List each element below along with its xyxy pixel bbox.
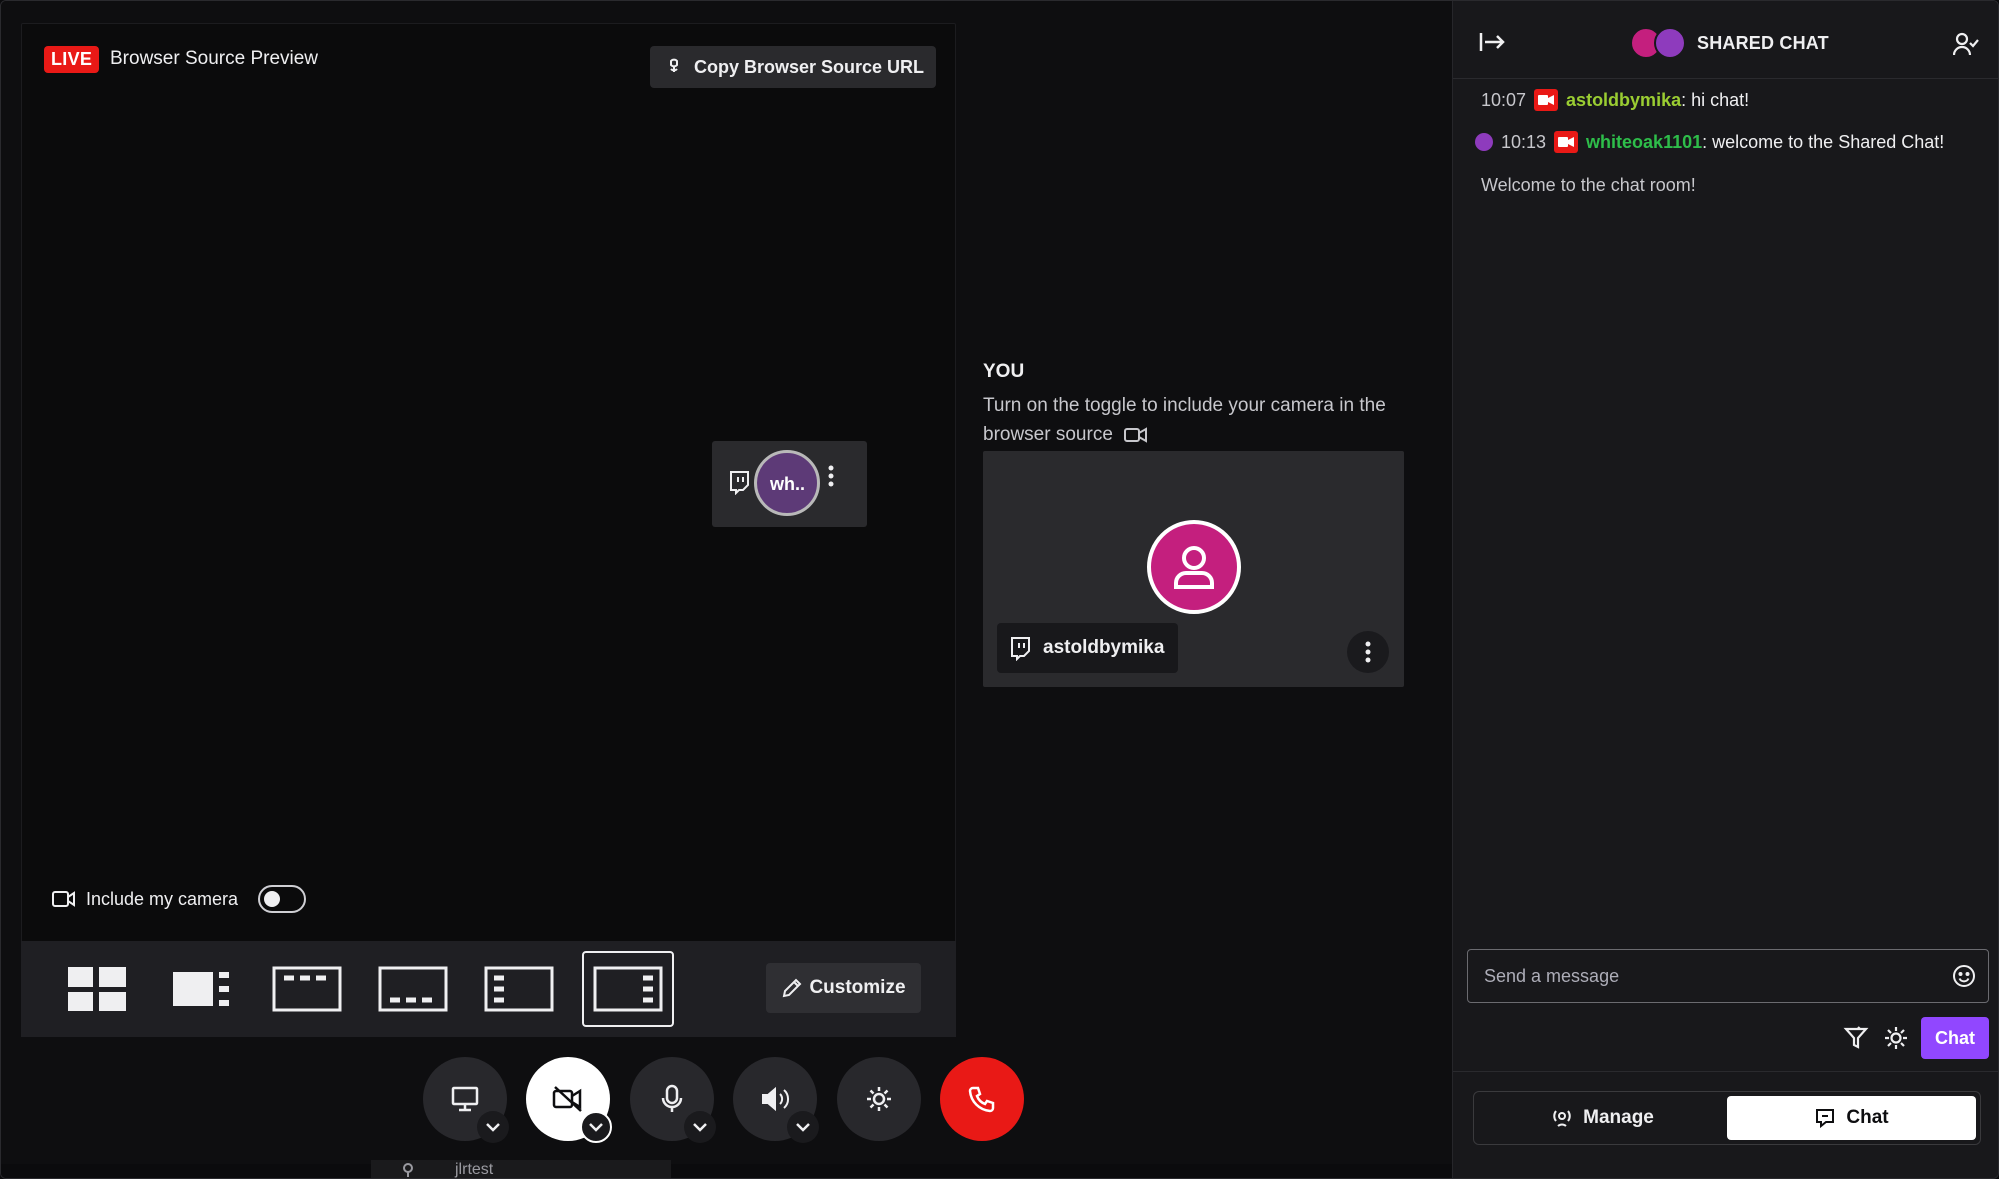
speaker-button[interactable] [733,1057,819,1143]
camera-icon [1124,427,1148,443]
you-section: YOU Turn on the toggle to include your c… [983,361,1403,449]
you-label: YOU [983,361,1025,382]
layout-top-strip-button[interactable] [261,951,353,1027]
gear-icon [867,1087,891,1111]
chat-header: SHARED CHAT [1453,1,1998,79]
layout-spotlight-icon [173,972,229,1006]
end-call-button[interactable] [940,1057,1024,1141]
pencil-icon [783,978,802,998]
camera-toggle-button[interactable] [526,1057,612,1143]
chat-actions: Chat [1453,1017,1998,1059]
message-username[interactable]: astoldbymika [1566,90,1681,110]
bits-icon[interactable] [1843,1025,1869,1051]
layout-bar: Customize [21,941,956,1037]
pin-icon [403,1163,413,1177]
chevron-down-icon[interactable] [477,1111,509,1143]
include-camera-row: Include my camera [52,885,307,913]
underlying-text: jlrtest [455,1161,494,1178]
bottom-edge [1,1164,1452,1178]
microphone-button[interactable] [630,1057,716,1143]
participant-name: wh.. [770,474,805,494]
shared-chat-avatars [1630,27,1688,61]
screen-share-button[interactable] [423,1057,509,1143]
layout-right-column-icon [593,966,663,1012]
customize-button[interactable]: Customize [766,963,921,1013]
tab-chat[interactable]: Chat [1727,1096,1976,1140]
phone-icon [968,1086,995,1113]
underlying-window-strip: jlrtest [371,1160,671,1178]
you-description-text: Turn on the toggle to include your camer… [983,395,1386,445]
settings-button[interactable] [837,1057,921,1141]
tab-manage-label: Manage [1583,1107,1654,1128]
twitch-icon [730,471,749,495]
user-avatar [1147,520,1241,614]
message-time: 10:07 [1481,89,1527,110]
more-options-icon[interactable] [816,461,846,491]
self-camera-tile: astoldbymika [983,451,1404,687]
chevron-down-icon[interactable] [684,1111,716,1143]
monitor-icon [451,1086,479,1112]
chat-send-button[interactable]: Chat [1921,1017,1989,1059]
video-badge-icon [1554,131,1579,153]
layout-grid-icon [68,967,126,1011]
users-icon[interactable] [1953,31,1979,57]
layout-left-column-icon [484,966,554,1012]
collapse-panel-icon[interactable] [1479,31,1507,53]
divider [1453,1071,1998,1072]
chat-message: 10:13 whiteoak1101: welcome to the Share… [1475,131,1944,153]
channel-avatar [1654,27,1686,59]
username-plate: astoldbymika [997,623,1179,673]
layout-bottom-strip-icon [378,966,448,1012]
camera-icon [52,891,75,907]
more-options-button[interactable] [1347,631,1389,673]
chat-panel: SHARED CHAT 10:07 astoldbymika: hi chat!… [1452,1,1998,1178]
browser-source-preview: LIVE Browser Source Preview Copy Browser… [21,23,956,1037]
layout-spotlight-button[interactable] [156,951,248,1027]
emoji-icon[interactable] [1952,964,1976,988]
layout-bottom-strip-button[interactable] [367,951,459,1027]
camera-off-icon [552,1086,582,1112]
mic-icon [661,1084,683,1112]
chat-input-placeholder: Send a message [1484,965,1620,986]
welcome-message: Welcome to the chat room! [1481,175,1696,195]
speaker-icon [762,1086,790,1112]
app-window: LIVE Browser Source Preview Copy Browser… [0,0,1999,1179]
gear-icon[interactable] [1883,1025,1909,1051]
broadcast-icon [1553,1110,1571,1127]
layout-grid-button[interactable] [51,951,143,1027]
layout-top-strip-icon [272,966,342,1012]
main-area: LIVE Browser Source Preview Copy Browser… [1,1,1452,1178]
tab-manage[interactable]: Manage [1478,1096,1727,1140]
include-camera-toggle[interactable] [258,885,307,913]
more-vertical-icon [1365,641,1371,663]
chat-input[interactable]: Send a message [1467,949,1989,1003]
message-time: 10:13 [1501,131,1547,152]
include-camera-label: Include my camera [86,888,239,909]
user-icon [1174,546,1214,589]
copy-browser-source-url-button[interactable]: Copy Browser Source URL [650,46,936,88]
chat-bubble-icon [1816,1109,1835,1129]
chevron-down-icon[interactable] [787,1111,819,1143]
chat-message: 10:07 astoldbymika: hi chat! [1481,89,1749,111]
preview-title: Browser Source Preview [110,48,319,69]
you-description: Turn on the toggle to include your camer… [983,391,1403,449]
tab-chat-label: Chat [1846,1107,1889,1128]
message-text: : hi chat! [1681,89,1750,110]
chevron-down-icon[interactable] [580,1111,612,1143]
live-badge: LIVE [44,46,100,73]
copy-button-label: Copy Browser Source URL [694,56,925,77]
link-icon [670,58,678,72]
layout-left-column-button[interactable] [473,951,565,1027]
message-username[interactable]: whiteoak1101 [1586,132,1702,152]
customize-label: Customize [809,977,906,998]
video-badge-icon [1534,89,1559,111]
layout-right-column-button[interactable] [582,951,674,1027]
chat-title: SHARED CHAT [1697,33,1829,53]
participant-tile-mini[interactable]: wh.. [712,441,867,527]
twitch-icon [1011,637,1030,661]
panel-tabs: Manage Chat [1473,1091,1981,1145]
message-text: : welcome to the Shared Chat! [1702,131,1945,152]
username-label: astoldbymika [1043,637,1165,658]
shared-chat-badge-icon [1475,133,1493,151]
